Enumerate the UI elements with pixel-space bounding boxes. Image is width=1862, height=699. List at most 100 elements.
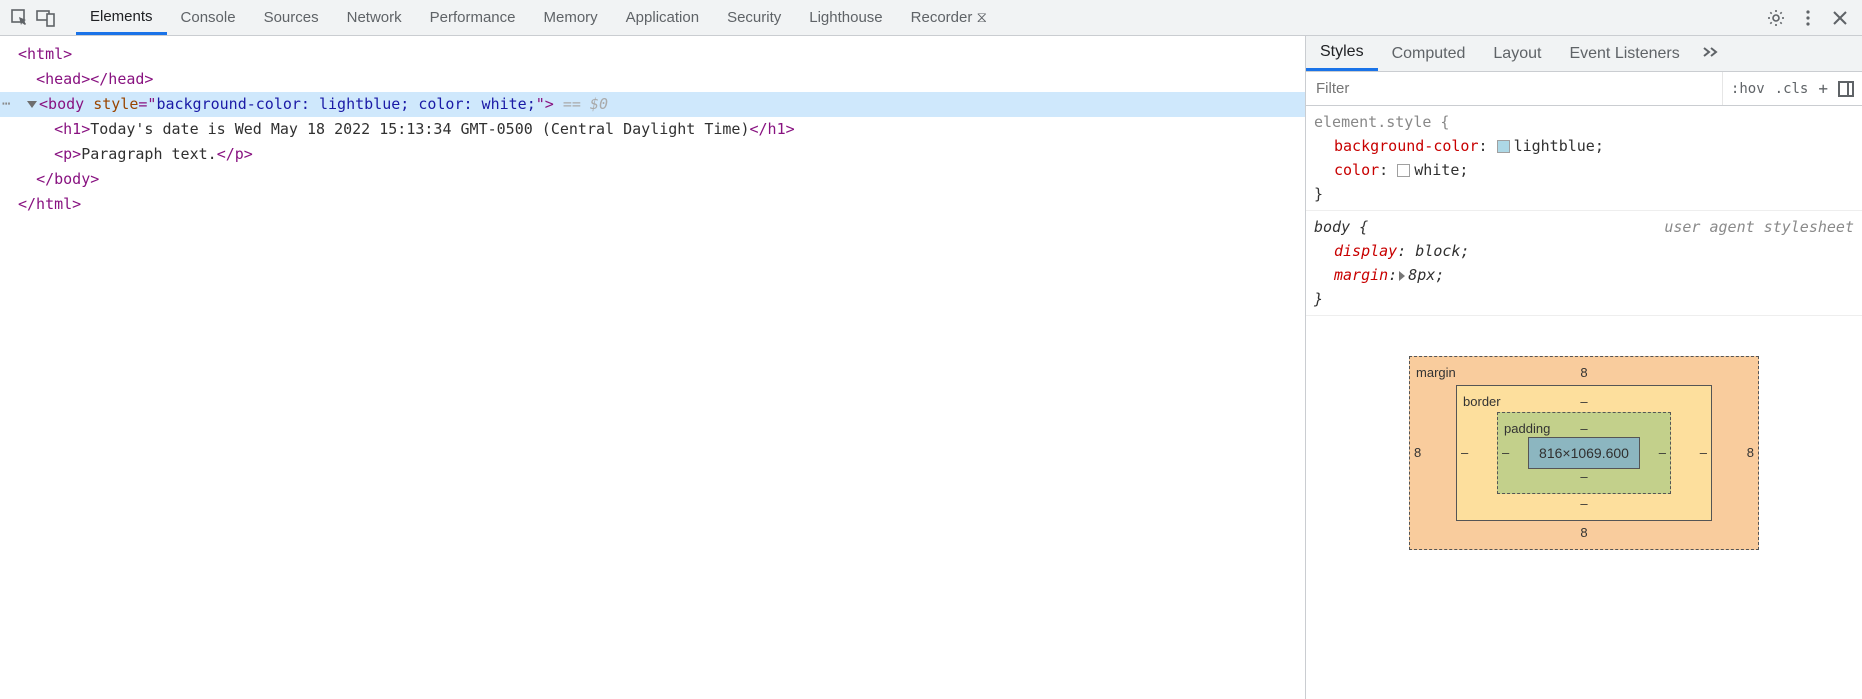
semicolon: ; — [1459, 161, 1468, 179]
prop-name: background-color — [1334, 137, 1479, 155]
main-area: <html> <head></head> ⋯ <body style="back… — [0, 36, 1862, 699]
toggle-sidebar-icon[interactable] — [1838, 81, 1854, 97]
gutter-dots-icon[interactable]: ⋯ — [2, 92, 9, 117]
tag-open: <p> — [54, 145, 81, 163]
box-model-padding[interactable]: padding – – – – 816×1069.600 — [1497, 412, 1671, 494]
prop-value: block — [1415, 242, 1460, 260]
colon: : — [1479, 137, 1497, 155]
style-property[interactable]: margin:8px; — [1314, 263, 1854, 287]
bm-margin-label: margin — [1416, 361, 1456, 385]
sidetab-label: Event Listeners — [1569, 45, 1679, 63]
sidetab-layout[interactable]: Layout — [1479, 36, 1555, 71]
bm-margin-bottom[interactable]: 8 — [1580, 521, 1587, 545]
tab-label: Application — [626, 9, 699, 26]
rule-body[interactable]: user agent stylesheet body { display: bl… — [1306, 211, 1862, 316]
cls-toggle[interactable]: .cls — [1775, 81, 1809, 97]
tab-label: Security — [727, 9, 781, 26]
kebab-icon[interactable] — [1798, 8, 1818, 28]
sidetab-styles[interactable]: Styles — [1306, 36, 1378, 71]
bm-margin-right[interactable]: 8 — [1747, 441, 1754, 465]
bm-border-left[interactable]: – — [1461, 441, 1468, 465]
toolbar-left-icons — [0, 0, 66, 35]
box-model-margin[interactable]: margin 8 8 8 8 border – – – – padding – — [1409, 356, 1759, 550]
gear-icon[interactable] — [1766, 8, 1786, 28]
box-model-diagram[interactable]: margin 8 8 8 8 border – – – – padding – — [1306, 316, 1862, 590]
sidetab-label: Styles — [1320, 43, 1364, 61]
prop-name: display — [1334, 242, 1397, 260]
filter-controls: :hov .cls + — [1722, 72, 1862, 105]
tab-lighthouse[interactable]: Lighthouse — [795, 0, 896, 35]
color-swatch-icon[interactable] — [1397, 164, 1410, 177]
semicolon: ; — [1460, 242, 1469, 260]
ua-stylesheet-label: user agent stylesheet — [1664, 215, 1854, 239]
tab-sources[interactable]: Sources — [250, 0, 333, 35]
dom-node-html-open[interactable]: <html> — [0, 42, 1305, 67]
filter-row: :hov .cls + — [1306, 72, 1862, 106]
tab-memory[interactable]: Memory — [530, 0, 612, 35]
hov-toggle[interactable]: :hov — [1731, 81, 1765, 97]
text-node: Paragraph text. — [81, 145, 216, 163]
bm-padding-top[interactable]: – — [1580, 417, 1587, 441]
attr-name: style — [93, 95, 138, 113]
styles-filter-input[interactable] — [1306, 80, 1722, 97]
brace-close: } — [1314, 185, 1323, 203]
style-property[interactable]: color: white; — [1314, 158, 1854, 182]
tag-close-quote: "> — [536, 95, 554, 113]
tab-performance[interactable]: Performance — [416, 0, 530, 35]
toolbar-right-icons — [1754, 0, 1862, 35]
overflow-chevron-icon[interactable] — [1702, 45, 1720, 63]
bm-margin-left[interactable]: 8 — [1414, 441, 1421, 465]
tab-recorder[interactable]: Recorder ⧖ — [897, 0, 1001, 35]
color-swatch-icon[interactable] — [1497, 140, 1510, 153]
elements-panel[interactable]: <html> <head></head> ⋯ <body style="back… — [0, 36, 1306, 699]
bm-border-top[interactable]: – — [1580, 390, 1587, 414]
tab-security[interactable]: Security — [713, 0, 795, 35]
dom-node-h1[interactable]: <h1>Today's date is Wed May 18 2022 15:1… — [0, 117, 1305, 142]
dom-node-p[interactable]: <p>Paragraph text.</p> — [0, 142, 1305, 167]
tab-label: Memory — [544, 9, 598, 26]
bm-padding-right[interactable]: – — [1659, 441, 1666, 465]
new-style-rule-button[interactable]: + — [1818, 79, 1828, 98]
rule-element-style[interactable]: element.style { background-color: lightb… — [1306, 106, 1862, 211]
tag-text: <head></head> — [36, 70, 153, 88]
tab-label: Lighthouse — [809, 9, 882, 26]
bm-margin-top[interactable]: 8 — [1580, 361, 1587, 385]
bm-padding-left[interactable]: – — [1502, 441, 1509, 465]
bm-padding-bottom[interactable]: – — [1580, 465, 1587, 489]
inspect-icon[interactable] — [10, 8, 30, 28]
styles-sidebar: Styles Computed Layout Event Listeners :… — [1306, 36, 1862, 699]
dom-node-body-close[interactable]: </body> — [0, 167, 1305, 192]
bm-padding-label: padding — [1504, 417, 1550, 441]
expand-arrow-icon[interactable] — [27, 101, 37, 108]
style-property[interactable]: display: block; — [1314, 239, 1854, 263]
tab-label: Sources — [264, 9, 319, 26]
box-model-border[interactable]: border – – – – padding – – – – 816×1069.… — [1456, 385, 1712, 521]
equals: =" — [138, 95, 156, 113]
tab-console[interactable]: Console — [167, 0, 250, 35]
prop-value: white — [1414, 161, 1459, 179]
tab-elements[interactable]: Elements — [76, 0, 167, 35]
sidetab-computed[interactable]: Computed — [1378, 36, 1480, 71]
prop-name: color — [1334, 161, 1379, 179]
device-icon[interactable] — [36, 8, 56, 28]
dom-node-body-open[interactable]: ⋯ <body style="background-color: lightbl… — [0, 92, 1305, 117]
attr-value: background-color: lightblue; color: whit… — [156, 95, 535, 113]
tab-network[interactable]: Network — [333, 0, 416, 35]
bm-border-bottom[interactable]: – — [1580, 492, 1587, 516]
sidebar-tabs: Styles Computed Layout Event Listeners — [1306, 36, 1862, 72]
dom-node-head[interactable]: <head></head> — [0, 67, 1305, 92]
bm-border-right[interactable]: – — [1700, 441, 1707, 465]
sidetab-label: Computed — [1392, 45, 1466, 63]
dom-node-html-close[interactable]: </html> — [0, 192, 1305, 217]
sidetab-event-listeners[interactable]: Event Listeners — [1555, 36, 1693, 71]
close-icon[interactable] — [1830, 8, 1850, 28]
text-node: Today's date is Wed May 18 2022 15:13:34… — [90, 120, 749, 138]
tag-close: </p> — [217, 145, 253, 163]
tab-application[interactable]: Application — [612, 0, 713, 35]
colon: : — [1379, 161, 1397, 179]
tab-label: Console — [181, 9, 236, 26]
style-property[interactable]: background-color: lightblue; — [1314, 134, 1854, 158]
bm-content-size: 816×1069.600 — [1539, 445, 1629, 461]
semicolon: ; — [1435, 266, 1444, 284]
expand-shorthand-icon[interactable] — [1399, 271, 1405, 281]
